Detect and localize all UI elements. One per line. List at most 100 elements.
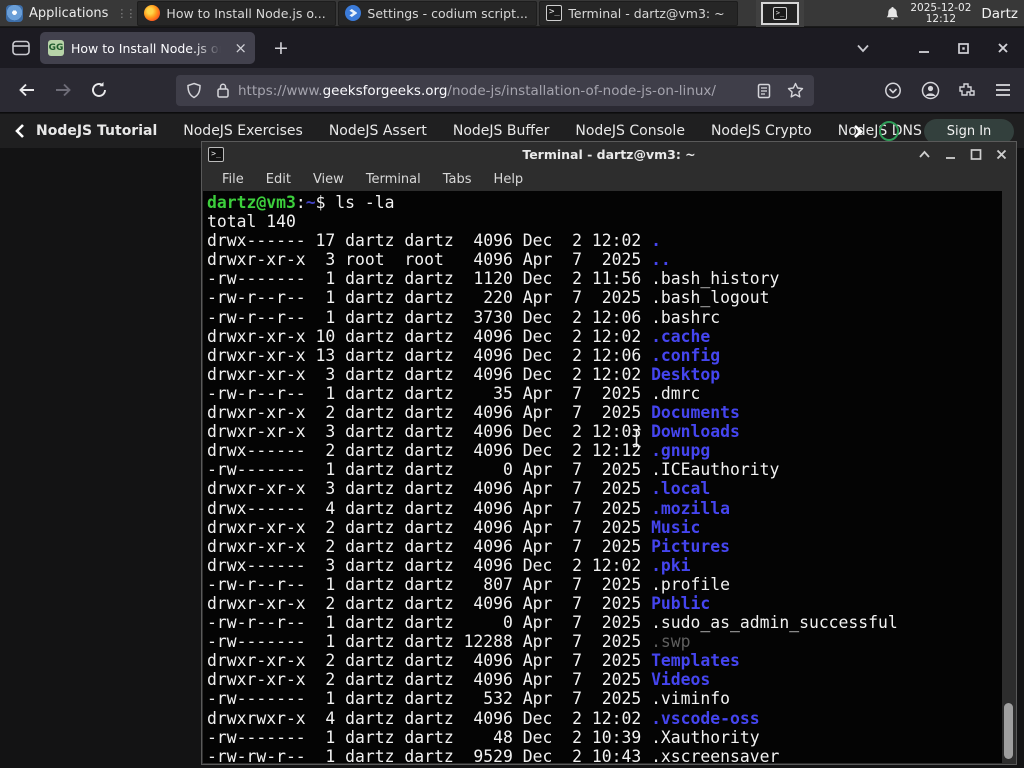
- terminal-ls-row: drwxr-xr-x 10 dartz dartz 4096 Dec 2 12:…: [207, 326, 711, 346]
- terminal-shade-icon[interactable]: [918, 149, 931, 160]
- firefox-view-icon[interactable]: [12, 40, 30, 56]
- terminal-ls-row: -rw------- 1 dartz dartz 532 Apr 7 2025 …: [207, 689, 731, 709]
- taskbar-window-button[interactable]: Settings - codium script...: [338, 0, 538, 26]
- reload-button-icon[interactable]: [90, 81, 108, 99]
- new-tab-button[interactable]: +: [273, 37, 289, 59]
- hamburger-menu-icon[interactable]: [994, 82, 1012, 98]
- system-tray: 2025-12-02 12:12 Dartz: [885, 0, 1024, 27]
- terminal-menu-view[interactable]: View: [302, 172, 355, 187]
- workspace-pager[interactable]: >_: [756, 0, 804, 27]
- browser-maximize-icon[interactable]: [957, 42, 970, 55]
- terminal-output-area[interactable]: dartz@vm3:~$ ls -la total 140 drwx------ 1…: [203, 191, 1015, 763]
- terminal-ls-row: -rw-r--r-- 1 dartz dartz 0 Apr 7 2025 .s…: [207, 613, 898, 633]
- terminal-ls-row: drwx------ 17 dartz dartz 4096 Dec 2 12:…: [207, 231, 661, 251]
- terminal-ls-row: drwx------ 3 dartz dartz 4096 Dec 2 12:0…: [207, 555, 691, 575]
- window-buttons: How to Install Node.js o... Settings - co…: [137, 0, 740, 26]
- url-domain: geeksforgeeks.org: [322, 82, 448, 99]
- taskbar-window-button[interactable]: >_ Terminal - dartz@vm3: ~: [539, 0, 739, 26]
- terminal-menu-terminal[interactable]: Terminal: [355, 172, 432, 187]
- user-menu[interactable]: Dartz: [981, 6, 1018, 22]
- terminal-ls-row: drwxr-xr-x 2 dartz dartz 4096 Apr 7 2025…: [207, 517, 701, 537]
- terminal-ls-row: drwxr-xr-x 3 dartz dartz 4096 Apr 7 2025…: [207, 479, 711, 499]
- terminal-minimize-icon[interactable]: [944, 149, 957, 160]
- terminal-ls-row: -rw-r--r-- 1 dartz dartz 3730 Dec 2 12:0…: [207, 307, 721, 327]
- terminal-ls-row: drwxr-xr-x 2 dartz dartz 4096 Apr 7 2025…: [207, 651, 740, 671]
- taskbar-window-button[interactable]: How to Install Node.js o...: [137, 0, 337, 26]
- terminal-ls-row: drwxr-xr-x 3 dartz dartz 4096 Dec 2 12:0…: [207, 364, 721, 384]
- terminal-ls-row: drwxr-xr-x 2 dartz dartz 4096 Apr 7 2025…: [207, 403, 740, 423]
- terminal-menu-tabs[interactable]: Tabs: [432, 172, 483, 187]
- nav-scroll-right-chevron-icon[interactable]: [852, 124, 864, 139]
- account-icon[interactable]: [921, 81, 940, 100]
- applications-label: Applications: [29, 5, 109, 21]
- terminal-maximize-icon[interactable]: [970, 149, 982, 160]
- bookmark-star-icon[interactable]: [787, 82, 804, 99]
- terminal-ls-row: -rw------- 1 dartz dartz 12288 Apr 7 202…: [207, 632, 691, 652]
- geeksforgeeks-favicon: GG: [48, 40, 64, 56]
- terminal-window: >_ Terminal - dartz@vm3: ~ File Edit View T…: [201, 141, 1017, 765]
- url-scheme: https://www.: [238, 82, 323, 99]
- applications-menu-button[interactable]: Applications: [0, 0, 116, 27]
- terminal-menu-file[interactable]: File: [211, 172, 255, 187]
- terminal-ls-row: -rw-r--r-- 1 dartz dartz 35 Apr 7 2025 .…: [207, 383, 701, 403]
- url-text: https://www.geeksforgeeks.org/node-js/in…: [238, 83, 749, 99]
- taskbar-window-title: How to Install Node.js o...: [166, 5, 326, 21]
- url-bar[interactable]: https://www.geeksforgeeks.org/node-js/in…: [176, 75, 814, 106]
- terminal-icon: >_: [546, 5, 563, 21]
- gfg-nav-link[interactable]: NodeJS Assert: [329, 123, 427, 139]
- forward-button-icon[interactable]: [53, 81, 73, 99]
- browser-minimize-icon[interactable]: [917, 41, 931, 55]
- terminal-close-icon[interactable]: [995, 149, 1008, 160]
- terminal-ls-row: drwxr-xr-x 13 dartz dartz 4096 Dec 2 12:…: [207, 345, 721, 365]
- gfg-search-icon[interactable]: [879, 121, 899, 141]
- terminal-ls-row: -rw------- 1 dartz dartz 48 Dec 2 10:39 …: [207, 727, 760, 747]
- terminal-ls-row: drwxr-xr-x 3 root root 4096 Apr 7 2025 .…: [207, 250, 671, 270]
- pocket-save-icon[interactable]: [884, 82, 902, 99]
- terminal-ls-row: drwxr-xr-x 2 dartz dartz 4096 Apr 7 2025…: [207, 593, 711, 613]
- firefox-icon: [144, 5, 161, 21]
- gfg-nav-link[interactable]: NodeJS Buffer: [453, 123, 550, 139]
- clock-time: 12:12: [925, 12, 956, 25]
- taskbar-window-title: Terminal - dartz@vm3: ~: [568, 5, 725, 21]
- clock-date: 2025-12-02: [910, 1, 972, 14]
- panel-grip-handle: ⋮⋮: [116, 6, 136, 20]
- text-cursor-ibeam: [633, 428, 641, 448]
- terminal-titlebar[interactable]: >_ Terminal - dartz@vm3: ~: [202, 142, 1016, 167]
- gfg-nav-links: NodeJS Tutorial NodeJS Exercises NodeJS As…: [36, 123, 984, 139]
- terminal-ls-row: drwxr-xr-x 2 dartz dartz 4096 Apr 7 2025…: [207, 670, 711, 690]
- gfg-nav-link[interactable]: NodeJS Tutorial: [36, 123, 157, 139]
- terminal-ls-row: drwx------ 2 dartz dartz 4096 Dec 2 12:1…: [207, 441, 711, 461]
- gfg-nav-link[interactable]: NodeJS Exercises: [183, 123, 303, 139]
- terminal-window-controls: [918, 142, 1008, 167]
- back-button-icon[interactable]: [17, 81, 37, 99]
- browser-close-icon[interactable]: [996, 41, 1010, 55]
- gfg-nav-link[interactable]: NodeJS Crypto: [711, 123, 812, 139]
- gfg-nav-link[interactable]: NodeJS Console: [575, 123, 685, 139]
- terminal-ls-row: drwxrwxr-x 4 dartz dartz 4096 Dec 2 12:0…: [207, 708, 760, 728]
- terminal-scrollbar[interactable]: [1002, 191, 1015, 763]
- terminal-menu-help[interactable]: Help: [483, 172, 535, 187]
- terminal-mini-icon: >_: [773, 7, 787, 20]
- extensions-puzzle-icon[interactable]: [958, 81, 976, 99]
- url-path: /node-js/installation-of-node-js-on-linu…: [447, 82, 716, 99]
- terminal-ls-row: -rw------- 1 dartz dartz 1120 Dec 2 11:5…: [207, 269, 780, 289]
- terminal-ls-row: drwx------ 4 dartz dartz 4096 Apr 7 2025…: [207, 498, 731, 518]
- terminal-menu-edit[interactable]: Edit: [255, 172, 302, 187]
- terminal-scrollbar-thumb[interactable]: [1004, 703, 1013, 759]
- nav-scroll-left-chevron-icon[interactable]: [14, 123, 26, 139]
- terminal-ls-row: -rw-r--r-- 1 dartz dartz 220 Apr 7 2025 …: [207, 288, 770, 308]
- browser-toolbar: https://www.geeksforgeeks.org/node-js/in…: [0, 68, 1024, 113]
- browser-tab[interactable]: GG How to Install Node.js on ×: [40, 32, 255, 64]
- https-lock-icon[interactable]: [216, 82, 230, 99]
- tracking-protection-shield-icon[interactable]: [186, 82, 202, 99]
- terminal-title: Terminal - dartz@vm3: ~: [522, 147, 696, 162]
- notification-bell-icon[interactable]: [885, 6, 900, 22]
- terminal-prompt-line: dartz@vm3:~$ ls -la: [207, 193, 395, 212]
- tab-close-icon[interactable]: ×: [234, 40, 247, 56]
- panel-clock: 2025-12-02 12:12: [910, 1, 972, 25]
- tab-title: How to Install Node.js on: [71, 40, 221, 56]
- list-all-tabs-chevron-icon[interactable]: [855, 40, 871, 56]
- desktop: Applications ⋮⋮ How to Install Node.js o…: [0, 0, 1024, 768]
- reader-mode-icon[interactable]: [757, 83, 771, 99]
- browser-window-controls: [917, 28, 1024, 68]
